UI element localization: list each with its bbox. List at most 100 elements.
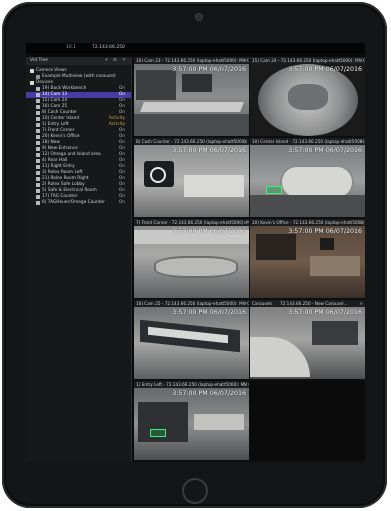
close-tile-icon[interactable]: ✕ xyxy=(243,219,247,226)
panel-controls[interactable]: ▾ ⊞ ✕ xyxy=(105,57,128,65)
timestamp: 3:57:00 PM 06/07/2016 xyxy=(172,66,246,73)
camera-tile[interactable]: 15) Cam 24 - 72.143.66.250 (laptop-ehatt… xyxy=(250,57,365,136)
display-wall xyxy=(136,70,176,100)
device-tree: Camera Views Example Multiview (with caro… xyxy=(26,68,131,206)
close-tile-icon[interactable]: ✕ xyxy=(243,57,247,64)
close-tile-icon[interactable]: ✕ xyxy=(243,138,247,145)
tree-item-label: 6) TAGHeuer/Omega Counter xyxy=(42,200,105,205)
camera-icon xyxy=(36,195,40,199)
camera-icon xyxy=(36,183,40,187)
vid-tree-header: Vid Tree ▾ ⊞ ✕ xyxy=(26,57,131,65)
camera-tile-header: 1) Entry Left - 72.143.66.250 (laptop-eh… xyxy=(134,381,249,388)
camera-icon xyxy=(36,105,40,109)
screen: 10.1 72.143.66.250 Vid Tree ▾ ⊞ ✕ Camera… xyxy=(26,43,365,462)
camera-tile[interactable]: 16) Cam 23 - 72.143.66.250 (laptop-ehatt… xyxy=(134,57,249,136)
floor xyxy=(250,195,365,217)
round-case xyxy=(154,256,238,278)
timestamp: 3:57:00 PM 06/07/2016 xyxy=(172,390,246,397)
tree-camera-item[interactable]: 6) TAGHeuer/Omega Counter On xyxy=(26,200,131,206)
camera-title: 7) Front Corner - 72.143.66.250 (laptop-… xyxy=(136,220,249,225)
empty-tile[interactable] xyxy=(250,381,365,460)
camera-title: 20) Kevin's Office - 72.143.66.250 (lapt… xyxy=(252,220,365,225)
camera-tile-header: 16) Cam 23 - 72.143.66.250 (laptop-ehatt… xyxy=(134,57,249,64)
camera-icon xyxy=(36,159,40,163)
timestamp: 3:57:00 PM 06/07/2016 xyxy=(288,309,362,316)
camera-icon xyxy=(36,141,40,145)
camera-icon xyxy=(36,177,40,181)
close-tile-icon[interactable]: ✕ xyxy=(359,138,363,145)
close-tile-icon[interactable]: ✕ xyxy=(359,57,363,64)
camera-title: 1) Entry Left - 72.143.66.250 (laptop-eh… xyxy=(136,382,249,387)
logo-mark xyxy=(150,167,166,183)
video-feed[interactable] xyxy=(134,388,249,460)
video-feed[interactable] xyxy=(134,145,249,217)
floor xyxy=(134,114,249,136)
video-feed[interactable] xyxy=(250,226,365,298)
camera-title: Carousels xyxy=(252,301,273,306)
display-case xyxy=(182,74,212,92)
camera-tile[interactable]: 16) Cam 25 - 72.143.66.250 (laptop-ehatt… xyxy=(134,300,249,379)
video-feed[interactable] xyxy=(250,307,365,379)
multiview-icon xyxy=(36,75,40,79)
app-version: 10.1 xyxy=(66,45,77,50)
timestamp: 3:57:00 PM 06/07/2016 xyxy=(288,228,362,235)
close-tile-icon[interactable]: ✕ xyxy=(359,300,363,307)
motion-detection-box xyxy=(266,186,282,194)
camera-icon xyxy=(36,87,40,91)
camera-icon xyxy=(36,129,40,133)
camera-tile[interactable]: 8) Cash Counter - 72.143.66.250 (laptop-… xyxy=(134,138,249,217)
timestamp: 3:57:00 PM 06/07/2016 xyxy=(288,147,362,154)
curved-case xyxy=(250,337,310,377)
camera-tile-header: 8) Cash Counter - 72.143.66.250 (laptop-… xyxy=(134,138,249,145)
video-feed[interactable] xyxy=(250,145,365,217)
video-feed[interactable] xyxy=(134,226,249,298)
camera-title: 16) Cam 23 - 72.143.66.250 (laptop-ehatt… xyxy=(136,58,249,63)
close-tile-icon[interactable]: ✕ xyxy=(243,300,247,307)
folder-icon xyxy=(30,81,34,85)
video-feed[interactable] xyxy=(134,307,249,379)
camera-tile[interactable]: 7) Front Corner - 72.143.66.250 (laptop-… xyxy=(134,219,249,298)
folder-icon xyxy=(30,69,34,73)
timestamp: 3:57:00 PM 06/07/2016 xyxy=(172,147,246,154)
camera-icon xyxy=(36,189,40,193)
vid-tree-title: Vid Tree xyxy=(30,58,48,63)
island-case xyxy=(280,165,354,199)
camera-tile-header: 20) Kevin's Office - 72.143.66.250 (lapt… xyxy=(250,219,365,226)
camera-icon xyxy=(36,171,40,175)
title-bar: 10.1 72.143.66.250 xyxy=(26,43,365,53)
camera-tile[interactable]: 1) Entry Left - 72.143.66.250 (laptop-eh… xyxy=(134,381,249,460)
close-tile-icon[interactable]: ✕ xyxy=(243,381,247,388)
camera-tile-header: 15) Cam 24 - 72.143.66.250 (laptop-ehatt… xyxy=(250,57,365,64)
timestamp: 3:57:00 PM 06/07/2016 xyxy=(172,228,246,235)
video-feed[interactable] xyxy=(134,64,249,136)
counter-top xyxy=(140,102,244,112)
camera-tile[interactable]: 10) Center Island - 72.143.66.250 (lapto… xyxy=(250,138,365,217)
carousel-subtitle: 72.143.66.250 - New Carousel... xyxy=(280,301,348,306)
camera-tile[interactable]: 20) Kevin's Office - 72.143.66.250 (lapt… xyxy=(250,219,365,298)
front-camera xyxy=(195,13,203,21)
camera-tile[interactable]: Carousels 72.143.66.250 - New Carousel...… xyxy=(250,300,365,379)
shelf xyxy=(256,234,296,260)
camera-tile-header: 16) Cam 25 - 72.143.66.250 (laptop-ehatt… xyxy=(134,300,249,307)
video-feed[interactable] xyxy=(250,64,365,136)
counter-glass xyxy=(184,175,244,197)
center-case xyxy=(288,84,328,110)
camera-icon xyxy=(36,201,40,205)
camera-title: 8) Cash Counter - 72.143.66.250 (laptop-… xyxy=(136,139,249,144)
camera-icon xyxy=(36,111,40,115)
motion-detection-box xyxy=(150,429,166,437)
camera-icon xyxy=(36,153,40,157)
tablet-frame: 10.1 72.143.66.250 Vid Tree ▾ ⊞ ✕ Camera… xyxy=(2,2,387,508)
home-button[interactable] xyxy=(182,478,208,504)
camera-tile-header: Carousels 72.143.66.250 - New Carousel...… xyxy=(250,300,365,307)
close-tile-icon[interactable]: ✕ xyxy=(359,219,363,226)
camera-tile-header: 7) Front Corner - 72.143.66.250 (laptop-… xyxy=(134,219,249,226)
camera-tile-header: 10) Center Island - 72.143.66.250 (lapto… xyxy=(250,138,365,145)
camera-icon xyxy=(36,93,40,97)
camera-icon xyxy=(36,135,40,139)
camera-icon xyxy=(36,99,40,103)
camera-title: 16) Cam 25 - 72.143.66.250 (laptop-ehatt… xyxy=(136,301,249,306)
counter xyxy=(194,414,244,430)
desk xyxy=(310,256,360,276)
monitor xyxy=(320,238,334,250)
